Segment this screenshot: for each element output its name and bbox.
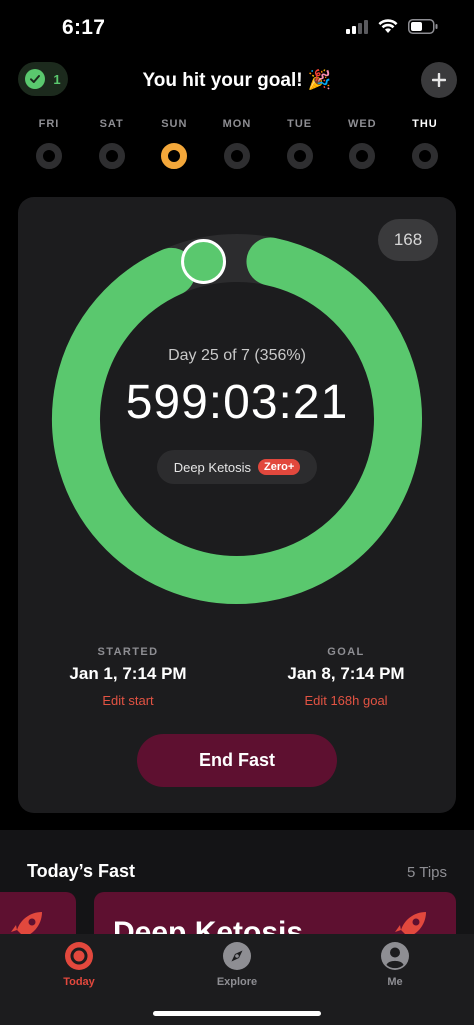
page-title: You hit your goal! 🎉	[142, 70, 332, 91]
tab-today-label: Today	[63, 976, 95, 988]
tip-card-previous[interactable]	[0, 892, 76, 936]
day-thu[interactable]: THU	[394, 118, 456, 169]
tab-me-label: Me	[387, 976, 403, 988]
day-progress-ring	[286, 143, 313, 169]
day-label: SUN	[161, 118, 188, 130]
fast-timer-card: 168 Day 25 of 7 (356%) 599:03:21 Deep Ke…	[18, 197, 456, 813]
day-fri[interactable]: FRI	[18, 118, 80, 169]
zero-plus-badge: Zero+	[258, 459, 301, 475]
goal-value: Jan 8, 7:14 PM	[287, 664, 405, 683]
wifi-icon	[378, 19, 398, 33]
todays-fast-title: Today’s Fast	[27, 861, 136, 881]
day-label: TUE	[287, 118, 313, 130]
goal-column: GOAL Jan 8, 7:14 PM Edit 168h goal	[236, 646, 456, 708]
fasting-zone-pill[interactable]: Deep Ketosis Zero+	[157, 450, 317, 484]
plus-icon	[432, 73, 446, 87]
fasting-zone-label: Deep Ketosis	[173, 459, 252, 475]
progress-ring-handle[interactable]	[181, 239, 227, 285]
end-fast-button[interactable]: End Fast	[137, 734, 337, 787]
day-sun[interactable]: SUN	[143, 118, 205, 169]
day-tue[interactable]: TUE	[269, 118, 331, 169]
day-progress-ring	[36, 143, 62, 169]
today-timer-icon	[65, 942, 93, 970]
compass-icon	[223, 942, 251, 970]
home-indicator	[153, 1011, 321, 1016]
day-progress-label: Day 25 of 7 (356%)	[168, 347, 306, 364]
tip-card-title: Deep Ketosis	[113, 916, 304, 936]
day-progress-ring	[349, 143, 376, 169]
battery-icon	[408, 19, 438, 34]
day-mon[interactable]: MON	[206, 118, 268, 169]
day-progress-ring	[223, 143, 250, 169]
goal-heading: GOAL	[327, 646, 365, 658]
started-heading: STARTED	[97, 646, 159, 658]
profile-icon	[381, 942, 409, 970]
day-label: FRI	[38, 118, 60, 130]
cellular-signal-icon	[346, 19, 368, 34]
status-icons	[346, 19, 438, 34]
add-button[interactable]	[421, 62, 457, 98]
day-label: SAT	[99, 118, 124, 130]
tab-explore-label: Explore	[216, 976, 258, 988]
rocket-icon	[11, 912, 42, 936]
day-label: WED	[347, 118, 377, 130]
day-wed[interactable]: WED	[331, 118, 393, 169]
tab-today[interactable]: Today	[29, 941, 129, 988]
tab-me[interactable]: Me	[345, 941, 445, 988]
tab-bar: Today Explore Me	[0, 934, 474, 1025]
day-progress-ring	[411, 143, 438, 169]
edit-goal-link[interactable]: Edit 168h goal	[236, 693, 456, 708]
todays-fast-section: Today’s Fast 5 Tips Deep Ketosis	[0, 830, 474, 936]
elapsed-timer: 599:03:21	[125, 376, 349, 429]
day-progress-ring	[98, 143, 125, 169]
day-label: MON	[222, 118, 252, 130]
rocket-icon	[395, 912, 426, 936]
status-bar: 6:17	[0, 0, 474, 54]
day-progress-ring	[161, 143, 188, 169]
day-sat[interactable]: SAT	[81, 118, 143, 169]
day-label: THU	[412, 118, 438, 130]
status-time: 6:17	[62, 16, 106, 39]
week-strip: FRI SAT SUN MON TUE WED THU	[18, 118, 456, 169]
tips-link[interactable]: 5 Tips	[407, 864, 447, 881]
tab-explore[interactable]: Explore	[187, 941, 287, 988]
started-column: STARTED Jan 1, 7:14 PM Edit start	[18, 646, 238, 708]
started-value: Jan 1, 7:14 PM	[69, 664, 187, 683]
edit-start-link[interactable]: Edit start	[18, 693, 238, 708]
tip-card-deep-ketosis[interactable]: Deep Ketosis	[94, 892, 456, 936]
